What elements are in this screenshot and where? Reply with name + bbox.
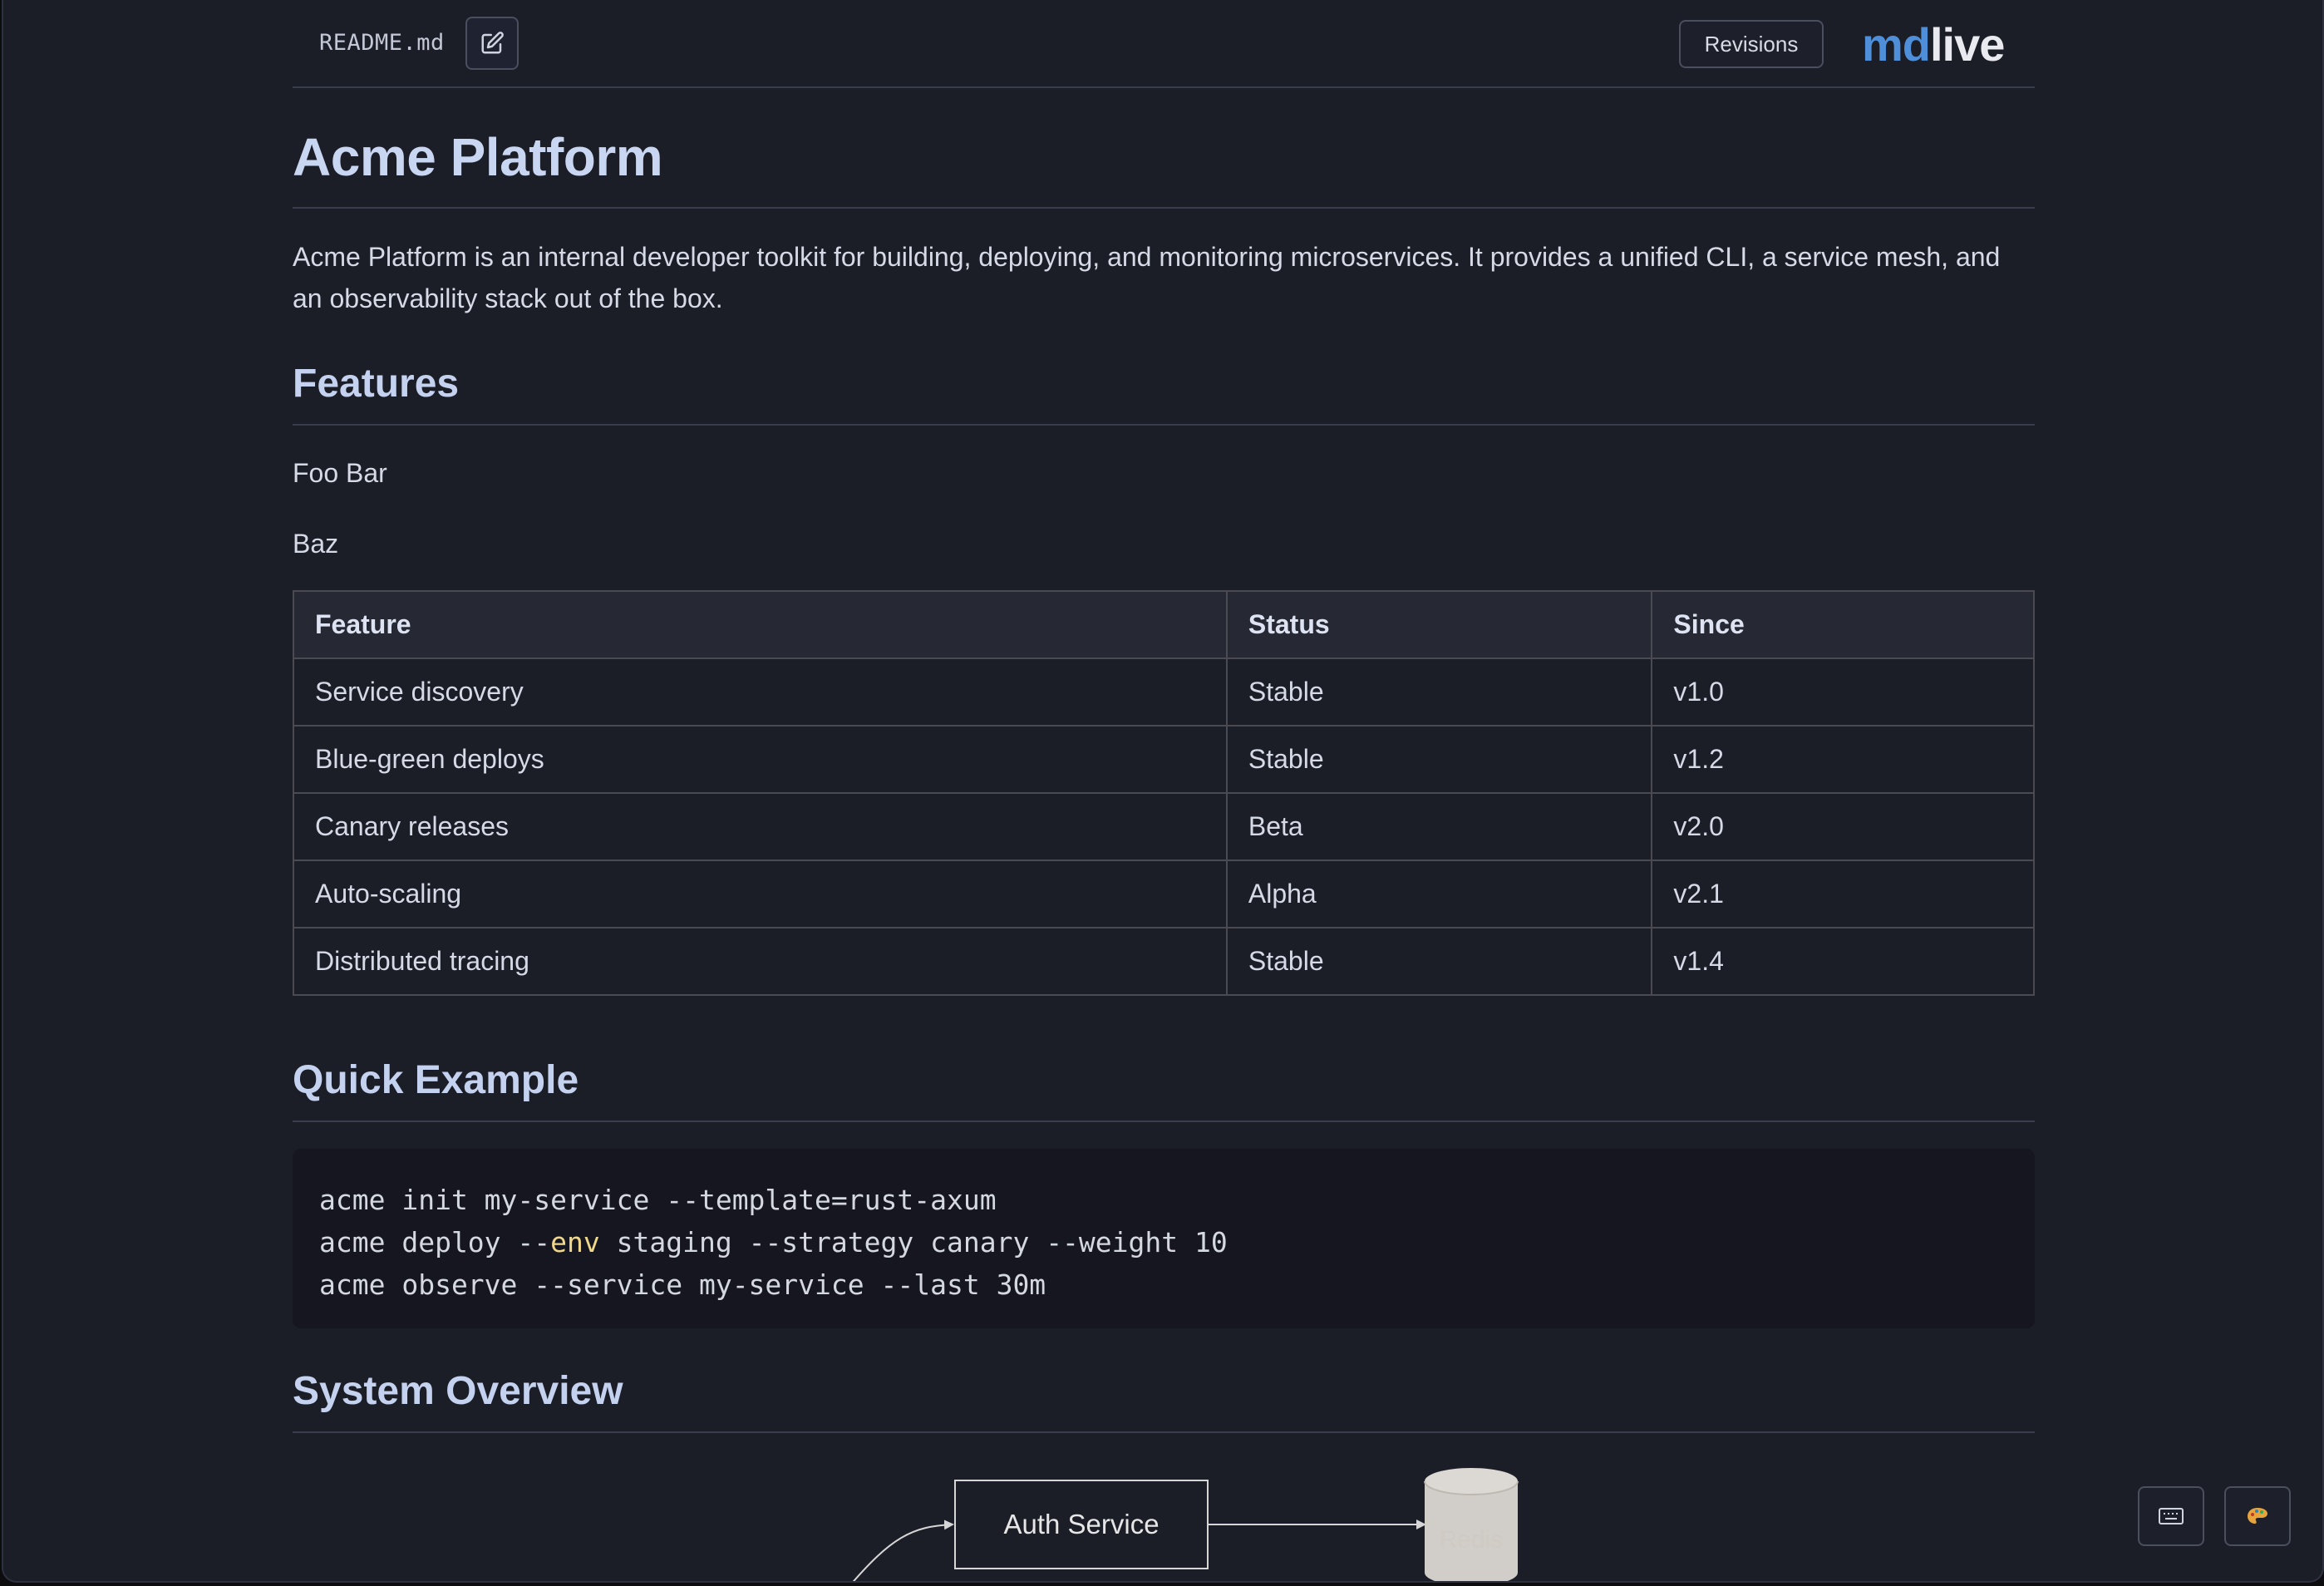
incoming-arrow bbox=[852, 1520, 954, 1581]
since-cell: v1.0 bbox=[1651, 658, 2035, 727]
code-line-2-start: acme deploy -- bbox=[319, 1226, 551, 1258]
features-text-2: Baz bbox=[293, 529, 339, 559]
column-header-since: Since bbox=[1651, 590, 2035, 659]
features-table: Feature Status Since Service discovery S… bbox=[293, 590, 2035, 996]
code-keyword-env: env bbox=[550, 1226, 600, 1258]
since-cell: v2.1 bbox=[1651, 859, 2035, 928]
features-text-1: Foo Bar bbox=[293, 458, 387, 488]
table-row: Distributed tracing Stable v1.4 bbox=[293, 927, 2035, 996]
keyboard-icon bbox=[2159, 1508, 2184, 1524]
keyboard-shortcuts-button[interactable] bbox=[2138, 1486, 2204, 1546]
logo-live: live bbox=[1930, 18, 2005, 71]
status-cell: Stable bbox=[1225, 927, 1653, 996]
feature-cell: Auto-scaling bbox=[293, 859, 1228, 928]
code-line-2: acme deploy --env staging --strategy can… bbox=[319, 1226, 1228, 1258]
page-title: Acme Platform bbox=[293, 127, 663, 187]
document-content: README.md Revisions mdlive Acme Platform… bbox=[293, 0, 2035, 1581]
title-divider bbox=[293, 207, 2035, 209]
code-content: acme init my-service --template=rust-axu… bbox=[319, 1179, 1228, 1306]
column-header-feature: Feature bbox=[293, 590, 1228, 659]
table-row: Auto-scaling Alpha v2.1 bbox=[293, 859, 2035, 928]
pencil-square-icon bbox=[481, 32, 504, 54]
intro-line-2: an observability stack out of the box. bbox=[293, 283, 723, 313]
quick-example-heading: Quick Example bbox=[293, 1058, 579, 1102]
code-block[interactable]: acme init my-service --template=rust-axu… bbox=[293, 1149, 2035, 1328]
table-row: Service discovery Stable v1.0 bbox=[293, 658, 2035, 727]
code-line-2-end: staging --strategy canary --weight 10 bbox=[599, 1226, 1228, 1258]
feature-cell: Service discovery bbox=[293, 658, 1228, 727]
code-line-1: acme init my-service --template=rust-axu… bbox=[319, 1184, 997, 1216]
intro-line-1: Acme Platform is an internal developer t… bbox=[293, 242, 2001, 272]
intro-paragraph: Acme Platform is an internal developer t… bbox=[293, 236, 2035, 319]
redis-cylinder bbox=[1424, 1468, 1519, 1581]
palette-icon bbox=[2248, 1508, 2267, 1524]
since-cell: v1.4 bbox=[1651, 927, 2035, 996]
column-header-status: Status bbox=[1225, 590, 1653, 659]
code-line-3: acme observe --service my-service --last… bbox=[319, 1268, 1046, 1301]
system-overview-divider bbox=[293, 1431, 2035, 1433]
revisions-button[interactable]: Revisions bbox=[1679, 20, 1824, 68]
features-heading: Features bbox=[293, 362, 460, 406]
table-row: Blue-green deploys Stable v1.2 bbox=[293, 725, 2035, 794]
table-row: Canary releases Beta v2.0 bbox=[293, 792, 2035, 861]
status-cell: Stable bbox=[1225, 725, 1653, 794]
redis-node-label: Redis bbox=[1439, 1526, 1504, 1554]
logo-md: md bbox=[1862, 18, 1931, 71]
edit-button[interactable] bbox=[465, 17, 519, 70]
since-cell: v2.0 bbox=[1651, 792, 2035, 861]
app-window: README.md Revisions mdlive Acme Platform… bbox=[2, 0, 2324, 1583]
auth-service-node: Auth Service bbox=[954, 1480, 1209, 1569]
top-bar: README.md Revisions mdlive bbox=[293, 0, 2035, 88]
feature-cell: Canary releases bbox=[293, 792, 1228, 861]
system-diagram: Auth Service Redis bbox=[293, 1463, 2035, 1581]
feature-cell: Blue-green deploys bbox=[293, 725, 1228, 794]
system-overview-heading: System Overview bbox=[293, 1369, 623, 1413]
features-divider bbox=[293, 424, 2035, 426]
since-cell: v1.2 bbox=[1651, 725, 2035, 794]
status-cell: Beta bbox=[1225, 792, 1653, 861]
feature-cell: Distributed tracing bbox=[293, 927, 1228, 996]
mdlive-logo: mdlive bbox=[1862, 18, 2005, 71]
status-cell: Stable bbox=[1225, 658, 1653, 727]
theme-button[interactable] bbox=[2224, 1486, 2291, 1546]
status-cell: Alpha bbox=[1225, 859, 1653, 928]
table-header-row: Feature Status Since bbox=[293, 590, 2035, 659]
file-name: README.md bbox=[319, 30, 445, 56]
quick-example-divider bbox=[293, 1121, 2035, 1122]
